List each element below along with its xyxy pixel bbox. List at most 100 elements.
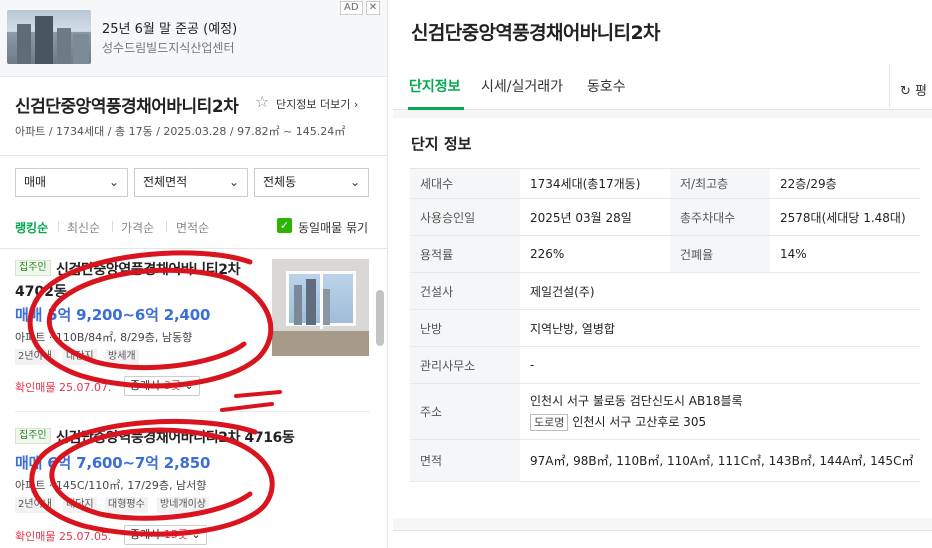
feature-chip: 대단지 <box>63 497 97 513</box>
listing-title[interactable]: 신검단중앙역풍경채어바니티2차 <box>56 259 240 279</box>
complex-info-card: 단지 정보 세대수 1734세대(총17개동) 저/최고층 22층/29층 사용… <box>393 118 932 518</box>
detail-header: 신검단중앙역풍경채어바니티2차 <box>393 0 932 60</box>
listing-panel: 25년 6월 말 준공 (예정) 성수드림빌드지식산업센터 AD ✕ 신검단중앙… <box>0 0 388 548</box>
feature-chip: 2년이내 <box>15 349 55 365</box>
complex-summary: 아파트 / 1734세대 / 총 17동 / 2025.03.28 / 97.8… <box>15 125 346 138</box>
trade-type-dropdown[interactable]: 매매 ⌄ <box>15 168 128 197</box>
divider <box>166 221 167 232</box>
table-row: 주소 인천시 서구 불로동 검단신도시 AB18블록 도로명 인천시 서구 고산후… <box>410 383 920 440</box>
floors-value: 22층/29층 <box>770 168 920 199</box>
listing-spec: 아파트 · 110B/84㎡, 8/29층, 남동향 <box>15 331 193 344</box>
heating-value: 지역난방, 열병합 <box>520 309 920 347</box>
listing-spec: 아파트 · 145C/110㎡, 17/29층, 남서향 <box>15 479 207 492</box>
chevron-down-icon: ⌄ <box>184 379 194 392</box>
agent-count-button[interactable]: 중개사 3곳 ⌄ <box>124 376 200 396</box>
chevron-down-icon: ⌄ <box>108 175 119 189</box>
table-row: 건설사 제일건설(주) <box>410 272 920 310</box>
chevron-down-icon: ⌄ <box>191 528 201 541</box>
table-row: 관리사무소 - <box>410 346 920 384</box>
divider <box>58 221 59 232</box>
households-value: 1734세대(총17개동) <box>520 168 670 199</box>
owner-tag: 집주인 <box>15 260 51 276</box>
feature-chip: 2년이내 <box>15 497 55 513</box>
approval-label: 사용승인일 <box>410 198 520 236</box>
feature-chip: 방네개이상 <box>157 497 209 513</box>
owner-tag: 집주인 <box>15 428 51 444</box>
refresh-button[interactable]: ↻ 평 <box>889 64 932 107</box>
area-label: 면적 <box>410 439 520 482</box>
ad-banner[interactable]: 25년 6월 말 준공 (예정) 성수드림빌드지식산업센터 AD ✕ <box>0 0 387 77</box>
far-value: 226% <box>520 235 670 273</box>
feature-chip: 방세개 <box>105 349 139 365</box>
tab-complex-info[interactable]: 단지정보 <box>409 76 461 96</box>
address-value: 인천시 서구 불로동 검단신도시 AB18블록 <box>530 394 743 408</box>
listing-dong[interactable]: 4702동 <box>15 281 67 301</box>
listing-title[interactable]: 신검단중앙역풍경채어바니티2차 4716동 <box>56 427 295 447</box>
agent-label: 중개사 <box>130 379 164 392</box>
checkbox-icon[interactable]: ✓ <box>277 218 292 233</box>
builder-value: 제일건설(주) <box>520 272 920 310</box>
bcr-label: 건폐율 <box>670 235 770 273</box>
agent-label: 중개사 <box>130 528 164 541</box>
scrollbar[interactable] <box>376 290 384 346</box>
parking-label: 총주차대수 <box>670 198 770 236</box>
road-address-value: 인천시 서구 고산후로 305 <box>572 415 707 429</box>
close-icon[interactable]: ✕ <box>366 1 380 15</box>
sort-area[interactable]: 면적순 <box>176 219 209 236</box>
road-address-line: 도로명 인천시 서구 고산후로 305 <box>530 413 920 431</box>
agent-count: 3곳 <box>163 379 181 392</box>
detail-title: 신검단중앙역풍경채어바니티2차 <box>411 22 661 44</box>
office-value: - <box>520 346 920 384</box>
section-title: 단지 정보 <box>411 135 472 153</box>
builder-label: 건설사 <box>410 272 520 310</box>
households-label: 세대수 <box>410 168 520 199</box>
divider <box>15 411 370 412</box>
tab-market-price[interactable]: 시세/실거래가 <box>481 76 563 96</box>
address-label: 주소 <box>410 383 520 440</box>
scribble-dash-2 <box>220 402 274 412</box>
chevron-down-icon: ⌄ <box>228 175 239 189</box>
sort-ranking[interactable]: 랭킹순 <box>15 219 48 236</box>
feature-chip: 대형평수 <box>105 497 148 513</box>
floors-label: 저/최고층 <box>670 168 770 199</box>
ad-subtitle[interactable]: 성수드림빌드지식산업센터 <box>102 39 234 56</box>
ad-thumbnail[interactable] <box>7 10 91 64</box>
divider <box>112 221 113 232</box>
divider <box>0 155 387 156</box>
heating-label: 난방 <box>410 309 520 347</box>
detail-panel: 신검단중앙역풍경채어바니티2차 단지정보 시세/실거래가 동호수 ↻ 평 단지 … <box>393 0 932 548</box>
dong-dropdown[interactable]: 전체동 ⌄ <box>254 168 369 197</box>
divider <box>0 248 387 249</box>
confirm-date: 확인매물 25.07.05. <box>15 530 112 543</box>
ad-badge: AD <box>340 1 363 15</box>
dong-value: 전체동 <box>263 175 297 189</box>
tab-dong-ho[interactable]: 동호수 <box>587 76 626 96</box>
agent-count: 15곳 <box>163 528 188 541</box>
road-name-tag: 도로명 <box>530 414 569 431</box>
table-row: 난방 지역난방, 열병합 <box>410 309 920 347</box>
complex-info-more-link[interactable]: 단지정보 더보기 › <box>276 96 358 112</box>
feature-chip: 대단지 <box>63 349 97 365</box>
bcr-value: 14% <box>770 235 920 273</box>
table-row: 세대수 1734세대(총17개동) 저/최고층 22층/29층 <box>410 168 920 199</box>
sort-latest[interactable]: 최신순 <box>67 219 100 236</box>
listing-price: 매매 5억 9,200~6억 2,400 <box>15 306 211 324</box>
office-label: 관리사무소 <box>410 346 520 384</box>
star-icon[interactable]: ☆ <box>255 92 269 111</box>
confirm-date: 확인매물 25.07.07. <box>15 381 112 394</box>
table-row: 면적 97A㎡, 98B㎡, 110B㎡, 110A㎡, 111C㎡, 143B… <box>410 439 920 482</box>
sort-price[interactable]: 가격순 <box>121 219 154 236</box>
same-listing-label[interactable]: 동일매물 묶기 <box>298 219 368 236</box>
address-cell: 인천시 서구 불로동 검단신도시 AB18블록 도로명 인천시 서구 고산후로 3… <box>520 383 920 440</box>
agent-count-button[interactable]: 중개사 15곳 ⌄ <box>124 525 207 545</box>
approval-value: 2025년 03월 28일 <box>520 198 670 236</box>
area-values: 97A㎡, 98B㎡, 110B㎡, 110A㎡, 111C㎡, 143B㎡, … <box>520 439 920 482</box>
detail-tabs: 단지정보 시세/실거래가 동호수 ↻ 평 <box>393 60 932 110</box>
area-dropdown[interactable]: 전체면적 ⌄ <box>134 168 248 197</box>
complex-info-table: 세대수 1734세대(총17개동) 저/최고층 22층/29층 사용승인일 20… <box>410 168 920 482</box>
listing-photo[interactable] <box>272 259 369 356</box>
app-root: 25년 6월 말 준공 (예정) 성수드림빌드지식산업센터 AD ✕ 신검단중앙… <box>0 0 932 548</box>
far-label: 용적률 <box>410 235 520 273</box>
ad-title[interactable]: 25년 6월 말 준공 (예정) <box>102 18 237 37</box>
scribble-dash-1 <box>234 390 282 398</box>
